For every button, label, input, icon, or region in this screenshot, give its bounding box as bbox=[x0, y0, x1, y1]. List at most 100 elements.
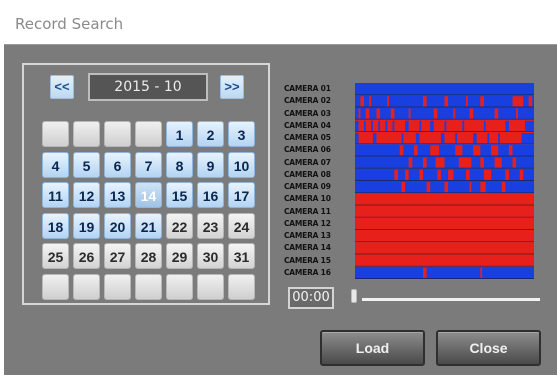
calendar-day-27[interactable]: 27 bbox=[104, 243, 131, 269]
camera-track[interactable] bbox=[355, 193, 534, 206]
calendar-day-12[interactable]: 12 bbox=[73, 182, 100, 208]
recording-segment bbox=[473, 145, 481, 156]
calendar-day-29[interactable]: 29 bbox=[166, 243, 193, 269]
prev-month-button[interactable]: << bbox=[50, 75, 74, 99]
camera-label: CAMERA 12 bbox=[284, 218, 331, 228]
camera-track[interactable] bbox=[355, 230, 534, 243]
calendar-day-25[interactable]: 25 bbox=[42, 243, 69, 269]
load-button[interactable]: Load bbox=[320, 330, 425, 366]
calendar-day-22[interactable]: 22 bbox=[166, 212, 193, 239]
recording-segment bbox=[480, 157, 484, 168]
calendar-day-18[interactable]: 18 bbox=[42, 212, 69, 239]
recording-segment bbox=[512, 157, 517, 168]
calendar-day-9[interactable]: 9 bbox=[197, 151, 224, 178]
calendar-day-3[interactable]: 3 bbox=[228, 121, 255, 147]
recording-timeline[interactable] bbox=[355, 83, 534, 279]
camera-label: CAMERA 08 bbox=[284, 169, 331, 179]
recording-segment bbox=[480, 182, 486, 193]
recording-segment bbox=[369, 96, 372, 107]
calendar-blank-cell bbox=[104, 121, 131, 147]
camera-timeline-panel: CAMERA 01 CAMERA 02 CAMERA 03 CAMERA 04 CAME… bbox=[284, 83, 544, 279]
track-divider bbox=[355, 143, 534, 145]
recording-segment bbox=[365, 108, 370, 119]
calendar-day-7[interactable]: 7 bbox=[135, 151, 162, 178]
camera-track[interactable] bbox=[355, 217, 534, 230]
recording-segment bbox=[491, 145, 499, 156]
camera-track[interactable] bbox=[355, 144, 534, 157]
calendar-day-13[interactable]: 13 bbox=[104, 182, 131, 208]
recording-segment bbox=[408, 157, 413, 168]
playback-slider-track[interactable] bbox=[362, 298, 540, 301]
recording-segment bbox=[433, 108, 438, 119]
calendar-day-31[interactable]: 31 bbox=[228, 243, 255, 269]
camera-label: CAMERA 15 bbox=[284, 255, 331, 265]
playback-slider-thumb[interactable] bbox=[351, 289, 357, 303]
recording-segment bbox=[512, 96, 524, 107]
calendar-day-4[interactable]: 4 bbox=[42, 151, 69, 178]
calendar-day-17[interactable]: 17 bbox=[228, 182, 255, 208]
recording-segment bbox=[387, 96, 390, 107]
camera-label: CAMERA 13 bbox=[284, 231, 331, 240]
calendar-day-26[interactable]: 26 bbox=[73, 243, 100, 269]
camera-track[interactable] bbox=[355, 107, 534, 120]
camera-track[interactable] bbox=[355, 242, 534, 255]
recording-segment bbox=[455, 145, 463, 156]
track-divider bbox=[355, 167, 534, 169]
calendar-day-28[interactable]: 28 bbox=[135, 243, 162, 269]
recording-segment bbox=[408, 108, 411, 119]
calendar-day-11[interactable]: 11 bbox=[42, 182, 69, 208]
recording-segment bbox=[419, 120, 422, 131]
next-month-button[interactable]: >> bbox=[220, 75, 244, 99]
recording-segment bbox=[494, 108, 499, 119]
recording-segment bbox=[376, 108, 381, 119]
track-divider bbox=[355, 118, 534, 120]
calendar-day-5[interactable]: 5 bbox=[73, 151, 100, 178]
month-display: 2015 - 10 bbox=[88, 73, 208, 101]
camera-track[interactable] bbox=[355, 254, 534, 267]
recording-segment bbox=[423, 267, 427, 278]
recording-segment bbox=[465, 96, 468, 107]
calendar-day-10[interactable]: 10 bbox=[228, 151, 255, 178]
calendar-day-1[interactable]: 1 bbox=[166, 121, 193, 147]
calendar-day-14[interactable]: 14 bbox=[135, 182, 162, 208]
recording-segment bbox=[455, 133, 458, 144]
recording-segment bbox=[483, 169, 492, 180]
track-divider bbox=[355, 278, 534, 279]
calendar-blank-cell bbox=[166, 273, 193, 300]
calendar-day-2[interactable]: 2 bbox=[197, 121, 224, 147]
calendar-blank-cell bbox=[42, 273, 69, 300]
calendar-day-16[interactable]: 16 bbox=[197, 182, 224, 208]
calendar-blank-cell bbox=[228, 273, 255, 300]
camera-track[interactable] bbox=[355, 205, 534, 218]
track-divider bbox=[355, 192, 534, 194]
calendar-day-19[interactable]: 19 bbox=[73, 212, 100, 239]
calendar-day-20[interactable]: 20 bbox=[104, 212, 131, 239]
track-divider bbox=[355, 241, 534, 243]
recording-segment bbox=[385, 120, 388, 131]
calendar-day-6[interactable]: 6 bbox=[104, 151, 131, 178]
recording-segment bbox=[415, 133, 420, 144]
calendar-day-15[interactable]: 15 bbox=[166, 182, 193, 208]
calendar-day-30[interactable]: 30 bbox=[197, 243, 224, 269]
calendar-day-23[interactable]: 23 bbox=[197, 212, 224, 239]
calendar-blank-cell bbox=[135, 273, 162, 300]
calendar-day-8[interactable]: 8 bbox=[166, 151, 193, 178]
recording-segment bbox=[414, 145, 418, 156]
close-button[interactable]: Close bbox=[436, 330, 541, 366]
recording-segment bbox=[501, 182, 506, 193]
track-divider bbox=[355, 229, 534, 230]
camera-label: CAMERA 16 bbox=[284, 267, 331, 277]
recording-segment bbox=[419, 169, 424, 180]
recording-segment bbox=[508, 145, 513, 156]
camera-track[interactable] bbox=[355, 266, 534, 279]
camera-label: CAMERA 06 bbox=[284, 145, 331, 155]
track-divider bbox=[355, 94, 534, 96]
recording-segment bbox=[480, 96, 484, 107]
recording-segment bbox=[487, 133, 490, 144]
calendar-day-21[interactable]: 21 bbox=[135, 212, 162, 239]
recording-segment bbox=[516, 108, 518, 119]
camera-track[interactable] bbox=[355, 83, 534, 96]
recording-segment bbox=[423, 157, 427, 168]
title-bar: Record Search bbox=[0, 0, 557, 44]
calendar-day-24[interactable]: 24 bbox=[228, 212, 255, 239]
